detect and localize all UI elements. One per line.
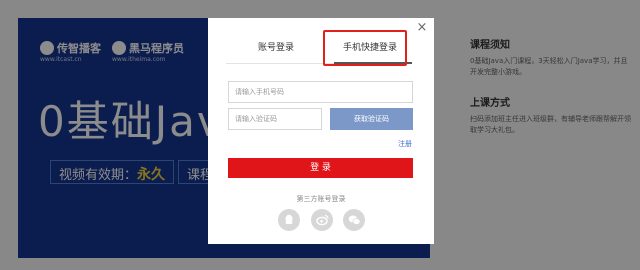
close-icon[interactable]: × — [415, 21, 429, 35]
third-party-login-label: 第三方账号登录 — [296, 195, 346, 203]
login-button[interactable]: 登 录 — [228, 158, 413, 178]
weibo-glyph — [315, 214, 329, 226]
wechat-icon[interactable] — [343, 209, 365, 231]
wechat-glyph — [348, 215, 360, 225]
verification-code-input[interactable]: 请输入验证码 — [228, 108, 322, 130]
weibo-icon[interactable] — [311, 209, 333, 231]
get-code-button[interactable]: 获取验证码 — [330, 108, 413, 130]
tab-account-login[interactable]: 账号登录 — [258, 40, 294, 53]
phone-input[interactable]: 请输入手机号码 — [228, 81, 413, 103]
register-link[interactable]: 注册 — [398, 139, 412, 149]
qq-glyph — [285, 214, 293, 224]
qq-icon[interactable] — [278, 209, 300, 231]
phone-login-tab-highlight — [323, 30, 407, 66]
